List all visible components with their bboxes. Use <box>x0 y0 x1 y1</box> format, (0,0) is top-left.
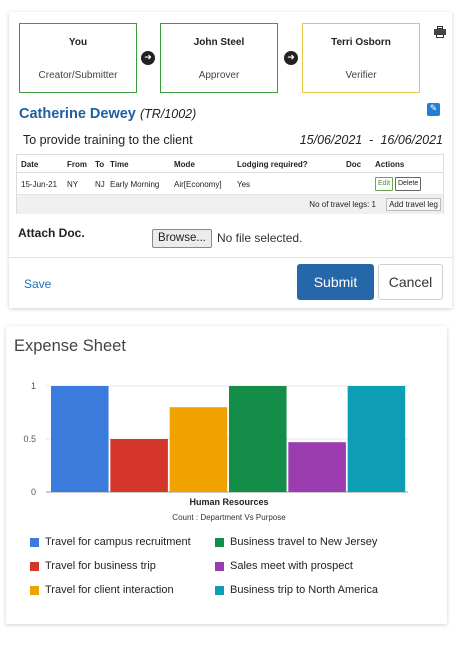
legend-swatch <box>215 586 224 595</box>
table-header: Date From To Time Mode Lodging required?… <box>17 155 443 173</box>
bar-3[interactable] <box>229 386 287 492</box>
legend-swatch <box>215 562 224 571</box>
expense-sheet-card: Expense Sheet 0 0.5 1 Human Resources Count … <box>6 326 447 624</box>
col-mode: Mode <box>174 160 195 169</box>
cell-time: Early Morning <box>110 180 160 189</box>
legend-label: Travel for business trip <box>45 560 156 572</box>
edit-pencil-icon[interactable]: ✎ <box>427 103 440 116</box>
y-tick-label: 0.5 <box>23 434 36 444</box>
workflow-step-approver: John Steel Approver <box>160 23 278 93</box>
divider <box>9 257 452 258</box>
date-to: 16/06/2021 <box>380 133 443 147</box>
legend-label: Sales meet with prospect <box>230 560 353 572</box>
attach-doc-label: Attach Doc. <box>18 226 85 240</box>
edit-leg-button[interactable]: Edit <box>375 177 394 191</box>
workflow-step-name: John Steel <box>193 37 245 48</box>
legend-swatch <box>30 586 39 595</box>
y-tick-label: 1 <box>31 381 36 391</box>
col-from: From <box>67 160 87 169</box>
bar-4[interactable] <box>288 442 346 492</box>
date-from: 15/06/2021 <box>299 133 363 147</box>
trip-dates: 15/06/2021-16/06/2021 <box>300 133 443 147</box>
bar-1[interactable] <box>110 439 168 492</box>
y-tick-label: 0 <box>31 487 36 497</box>
cell-date: 15-Jun-21 <box>21 180 58 189</box>
legend-label: Travel for client interaction <box>45 584 174 596</box>
col-doc: Doc <box>346 160 362 169</box>
col-to: To <box>95 160 105 169</box>
bar-0[interactable] <box>51 386 109 492</box>
delete-leg-button[interactable]: Delete <box>395 177 422 191</box>
legend-swatch <box>30 562 39 571</box>
arrow-right-circle-icon: ➜ <box>284 51 298 65</box>
table-row: 15-Jun-21 NY NJ Early Morning Air[Econom… <box>17 173 443 195</box>
workflow-step-name: Terri Osborn <box>331 37 391 48</box>
browse-file-button[interactable]: Browse... <box>152 229 212 248</box>
arrow-right-circle-icon: ➜ <box>141 51 155 65</box>
file-status-text: No file selected. <box>217 231 303 245</box>
expense-bar-chart: 0 0.5 1 Human Resources Count : Department V… <box>23 381 408 522</box>
workflow-step-verifier: Terri Osborn Verifier <box>302 23 420 93</box>
workflow-step-name: You <box>68 37 88 48</box>
cell-from: NY <box>67 180 79 189</box>
col-actions: Actions <box>375 160 405 169</box>
legend-label: Travel for campus recruitment <box>45 536 191 548</box>
travel-legs-table: Date From To Time Mode Lodging required?… <box>16 154 444 214</box>
save-link[interactable]: Save <box>24 277 51 291</box>
cell-lodging: Yes <box>237 180 251 189</box>
cell-mode: Air[Economy] <box>174 180 222 189</box>
cancel-button[interactable]: Cancel <box>378 264 443 300</box>
workflow-step-role: Creator/Submitter <box>38 70 118 81</box>
legend-label: Business travel to New Jersey <box>230 536 378 548</box>
employee-code: (TR/1002) <box>140 107 197 121</box>
date-separator: - <box>369 133 374 147</box>
travel-legs-count: No of travel legs: 1 <box>309 200 376 209</box>
workflow-step-role: Verifier <box>345 70 377 81</box>
col-time: Time <box>110 160 129 169</box>
submit-button[interactable]: Submit <box>297 264 374 300</box>
bar-5[interactable] <box>347 386 406 492</box>
cell-to: NJ <box>95 180 105 189</box>
col-lodging: Lodging required? <box>237 160 308 169</box>
chart-subtitle: Count : Department Vs Purpose <box>172 513 286 522</box>
printer-icon[interactable] <box>434 26 446 38</box>
trip-purpose: To provide training to the client <box>23 133 193 147</box>
col-date: Date <box>21 160 39 169</box>
employee-name: Catherine Dewey <box>19 106 136 122</box>
add-travel-leg-button[interactable]: Add travel leg <box>386 198 441 211</box>
bar-2[interactable] <box>169 407 228 492</box>
table-footer: No of travel legs: 1 Add travel leg <box>17 195 443 214</box>
workflow-step-role: Approver <box>198 70 240 81</box>
workflow-step-creator: You Creator/Submitter <box>19 23 137 93</box>
travel-request-card: You Creator/Submitter ➜ John Steel Appro… <box>9 12 452 308</box>
legend-swatch <box>215 538 224 547</box>
legend-swatch <box>30 538 39 547</box>
x-category-label: Human Resources <box>189 497 268 507</box>
legend-label: Business trip to North America <box>230 584 378 596</box>
